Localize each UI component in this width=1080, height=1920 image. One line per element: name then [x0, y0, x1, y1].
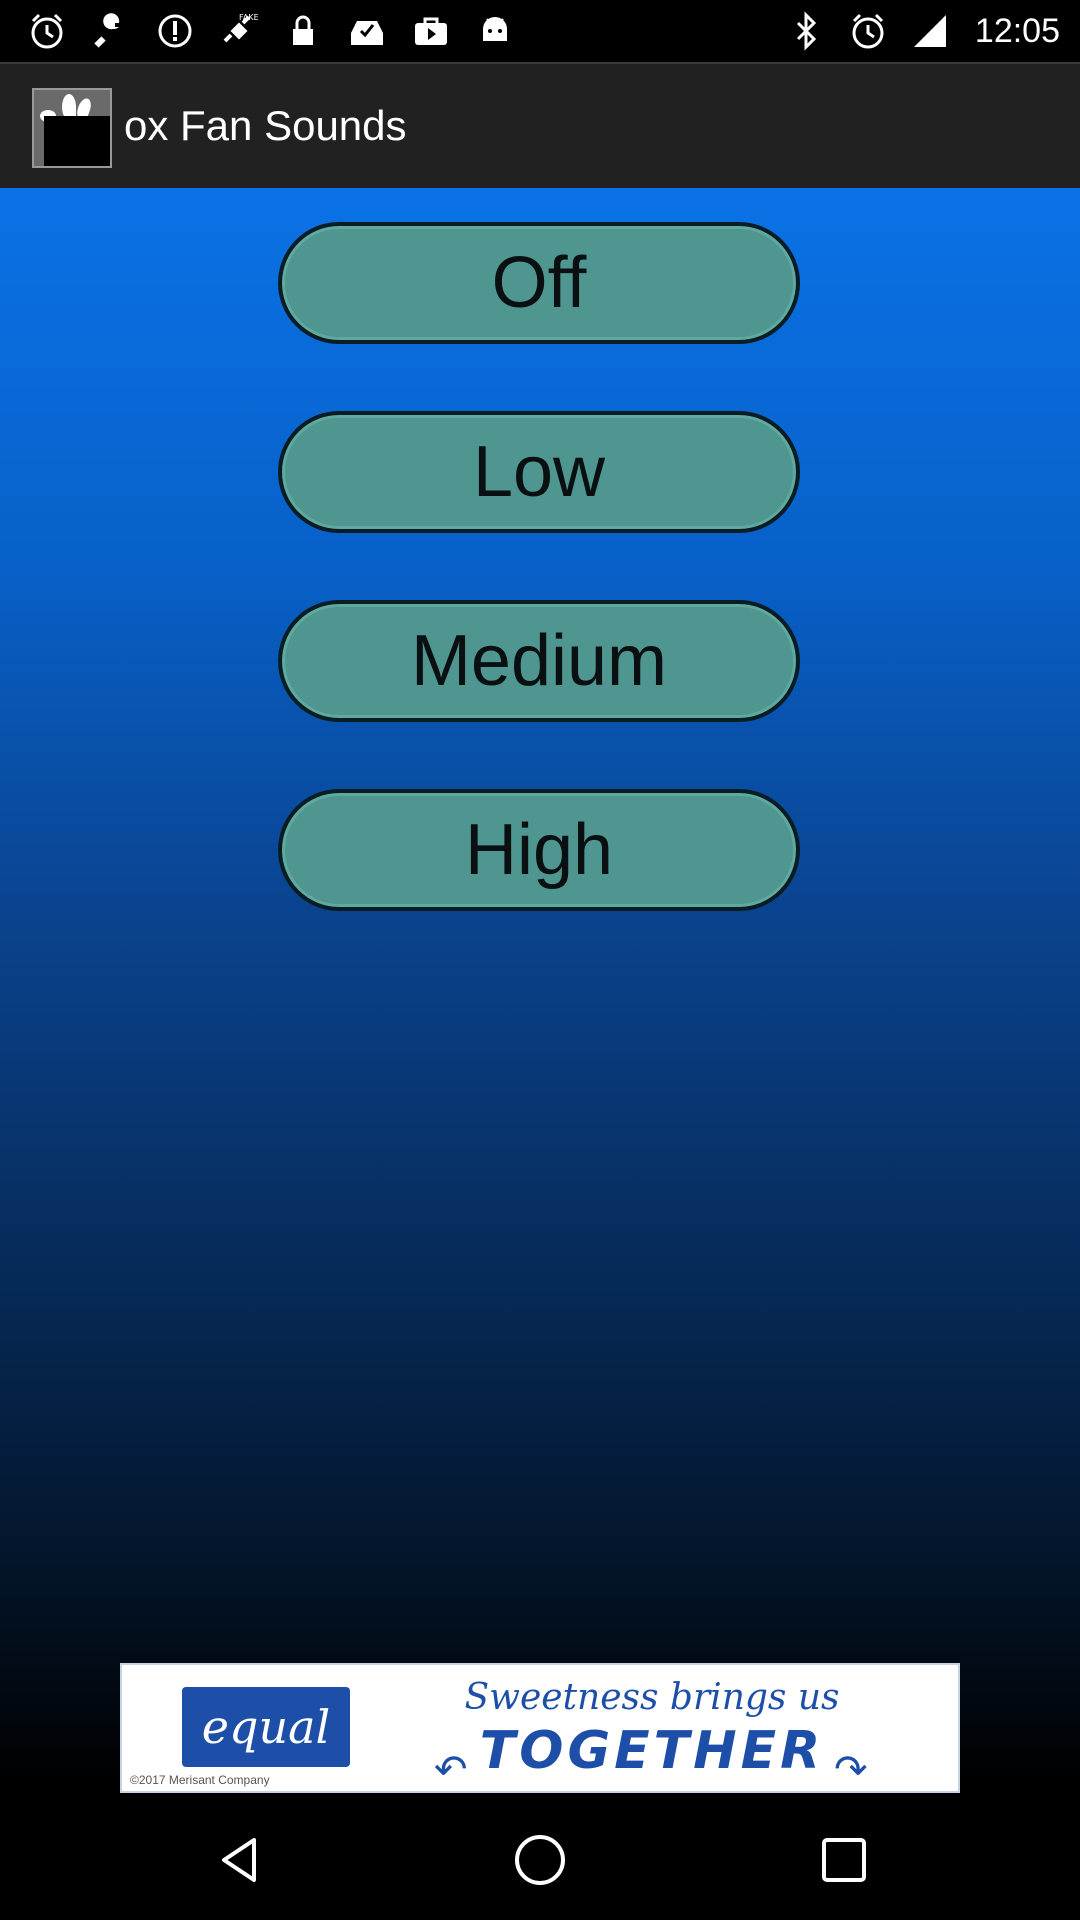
app-bar: ox Fan Sounds: [0, 62, 1080, 190]
app-logo-icon[interactable]: [32, 88, 112, 168]
fake-gps-icon: FAKE: [216, 8, 262, 54]
main-content: Off Low Medium High: [0, 188, 1080, 1920]
recents-icon[interactable]: [814, 1830, 874, 1890]
status-left-icons: FAKE: [24, 8, 518, 54]
clock-time: 12:05: [974, 11, 1060, 50]
lock-icon: [280, 8, 326, 54]
alarm-icon: [24, 8, 70, 54]
navigation-bar: [0, 1800, 1080, 1920]
status-bar: FAKE 12:05: [0, 0, 1080, 62]
bluetooth-icon: [783, 8, 829, 54]
medium-button[interactable]: Medium: [278, 600, 800, 722]
off-button[interactable]: Off: [278, 222, 800, 344]
android-icon: [472, 8, 518, 54]
svg-text:FAKE: FAKE: [239, 13, 259, 22]
ad-brand-logo: equal: [182, 1687, 350, 1767]
ad-banner[interactable]: equal ©2017 Merisant Company Sweetness b…: [120, 1663, 960, 1793]
wrench-icon: [88, 8, 134, 54]
ad-copyright: ©2017 Merisant Company: [130, 1773, 270, 1787]
ad-right-swirl-icon: ↷: [834, 1748, 868, 1792]
info-icon: [152, 8, 198, 54]
alarm-icon: [845, 8, 891, 54]
ad-brand-text: equal: [201, 1700, 331, 1754]
signal-icon: [907, 8, 953, 54]
ad-headline: TOGETHER: [479, 1721, 825, 1781]
play-store-icon: [408, 8, 454, 54]
back-icon[interactable]: [210, 1830, 270, 1890]
ad-tagline: Sweetness brings us: [464, 1677, 840, 1718]
app-title: ox Fan Sounds: [124, 102, 407, 149]
low-button[interactable]: Low: [278, 411, 800, 533]
home-icon[interactable]: [510, 1830, 570, 1890]
status-right-icons: 12:05: [783, 8, 1060, 54]
high-button[interactable]: High: [278, 789, 800, 911]
inbox-check-icon: [344, 8, 390, 54]
